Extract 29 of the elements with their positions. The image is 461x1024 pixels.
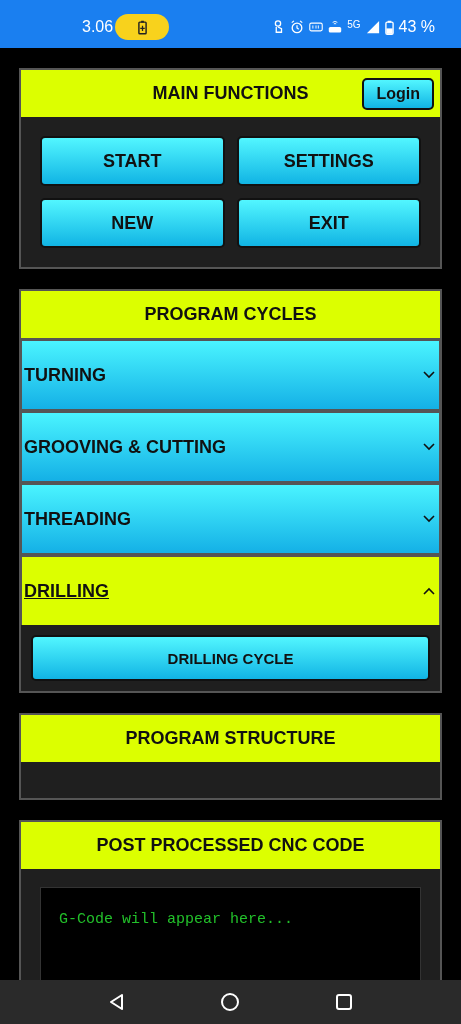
action-button[interactable]: EXIT <box>236 198 421 248</box>
charging-battery-icon <box>137 19 147 35</box>
recents-icon[interactable] <box>334 992 355 1012</box>
accordion-header[interactable]: TURNING <box>22 341 439 409</box>
battery-icon <box>384 19 394 35</box>
action-button[interactable]: START <box>40 136 225 186</box>
code-field[interactable]: G-Code will appear here... <box>40 887 421 980</box>
chevron-down-icon <box>423 443 435 451</box>
action-button[interactable]: SETTINGS <box>236 136 421 186</box>
accordion-header[interactable]: DRILLING <box>22 557 439 625</box>
battery-percent: 43 % <box>398 18 435 36</box>
alarm-icon <box>290 20 305 34</box>
panel-title: PROGRAM CYCLES <box>21 291 440 338</box>
chevron-down-icon <box>423 515 435 523</box>
accordion-header[interactable]: GROOVING & CUTTING <box>22 413 439 481</box>
panel-title: MAIN FUNCTIONS <box>152 83 309 104</box>
cycle-button[interactable]: DRILLING CYCLE <box>31 635 430 681</box>
signal-icon <box>365 20 380 34</box>
accordion-header[interactable]: THREADING <box>22 485 439 553</box>
panel-title: PROGRAM STRUCTURE <box>21 715 440 762</box>
action-button[interactable]: NEW <box>40 198 225 248</box>
clock-time: 3.06 <box>82 18 114 36</box>
chevron-down-icon <box>423 371 435 379</box>
chevron-up-icon <box>423 587 435 595</box>
login-button[interactable]: Login <box>362 78 434 110</box>
home-icon[interactable] <box>220 992 241 1012</box>
code-placeholder: G-Code will appear here... <box>59 911 294 928</box>
panel-title: POST PROCESSED CNC CODE <box>21 822 440 869</box>
network-type: 5G <box>347 18 361 30</box>
